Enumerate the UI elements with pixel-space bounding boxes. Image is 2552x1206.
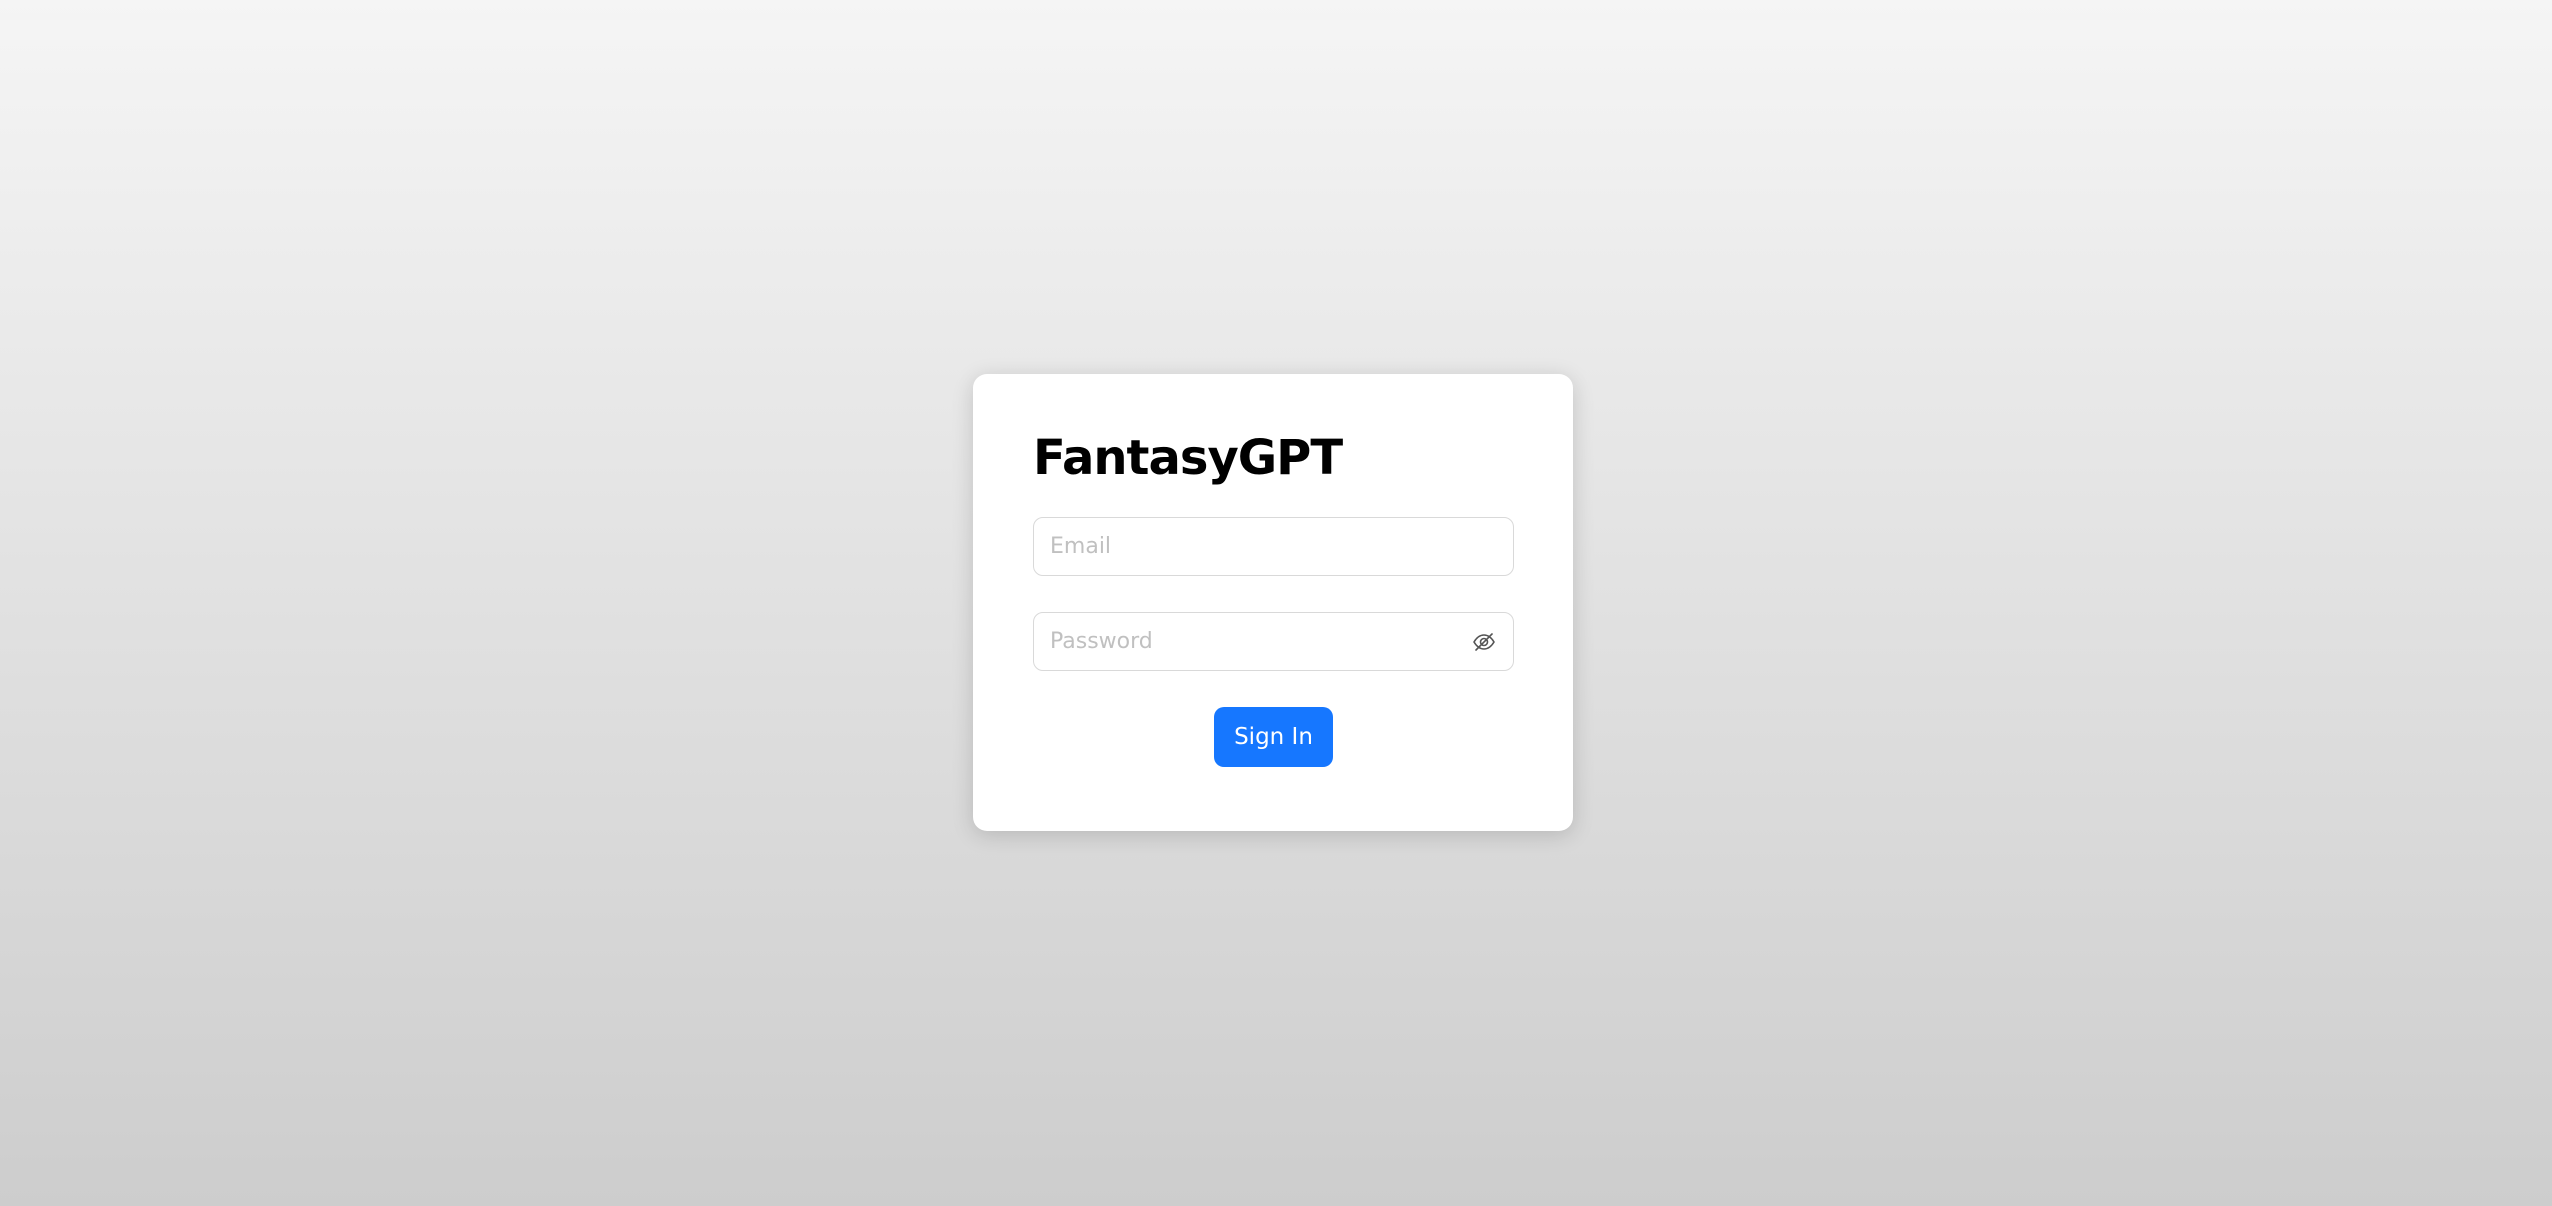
- submit-row: Sign In: [1033, 707, 1514, 767]
- password-field-wrapper: [1033, 612, 1514, 671]
- app-title: FantasyGPT: [1033, 430, 1343, 486]
- login-card: FantasyGPT Sign In: [973, 374, 1573, 831]
- password-input[interactable]: [1034, 613, 1513, 670]
- eye-off-icon[interactable]: [1471, 629, 1497, 655]
- sign-in-button[interactable]: Sign In: [1214, 707, 1333, 767]
- email-input[interactable]: [1034, 518, 1513, 575]
- email-field-wrapper: [1033, 517, 1514, 576]
